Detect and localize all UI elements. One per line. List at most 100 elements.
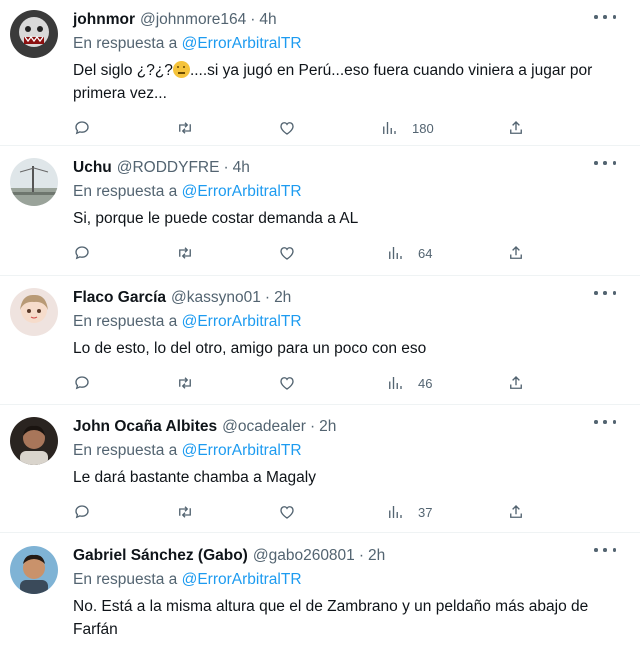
separator-dot: · (358, 547, 364, 564)
tweet-text-start: Del siglo ¿?¿? (73, 62, 173, 79)
like-button[interactable] (278, 372, 296, 394)
tweet[interactable]: Uchu @RODDYFRE · 4h En respuesta a @Erro… (0, 146, 640, 276)
views-count: 46 (418, 375, 433, 391)
views-button[interactable]: 37 (386, 501, 432, 523)
retweet-icon (179, 247, 191, 259)
views-button[interactable]: 180 (380, 117, 434, 139)
author-name[interactable]: Gabriel Sánchez (Gabo) (73, 547, 248, 565)
separator-dot: · (264, 289, 271, 306)
tweet-actions: 180 (73, 117, 624, 139)
avatar[interactable] (10, 288, 58, 336)
reply-icon (75, 505, 89, 519)
views-button[interactable]: 64 (386, 242, 432, 264)
avatar[interactable] (10, 158, 58, 206)
retweet-button[interactable] (176, 117, 194, 139)
reply-handle-link[interactable]: @ErrorArbitralTR (182, 35, 302, 52)
more-icon[interactable] (594, 543, 616, 557)
timestamp[interactable]: 4h (233, 159, 250, 177)
author-name[interactable]: johnmor (73, 11, 135, 29)
author-handle[interactable]: @kassyno01 (171, 289, 261, 307)
author-handle[interactable]: @johnmore164 (140, 11, 246, 29)
author-name[interactable]: Flaco García (73, 289, 166, 307)
share-icon (510, 121, 522, 134)
share-button[interactable] (507, 117, 525, 139)
views-icon (389, 377, 402, 389)
tweet[interactable]: John Ocaña Albites @ocadealer · 2h En re… (0, 405, 640, 533)
tweet-text: No. Está a la misma altura que el de Zam… (73, 598, 589, 638)
reply-context: En respuesta a @ErrorArbitralTR (73, 35, 624, 55)
more-icon[interactable] (594, 286, 616, 300)
tweet-actions: 64 (73, 242, 624, 264)
reply-prefix: En respuesta a (73, 313, 178, 330)
retweet-icon (179, 377, 191, 389)
tweet-text: Lo de esto, lo del otro, amigo para un p… (73, 340, 427, 357)
avatar[interactable] (10, 10, 58, 58)
author-handle[interactable]: @gabo260801 (253, 547, 355, 565)
reply-context: En respuesta a @ErrorArbitralTR (73, 183, 624, 203)
retweet-button[interactable] (176, 372, 194, 394)
share-icon (510, 505, 522, 518)
reply-prefix: En respuesta a (73, 183, 178, 200)
author-name[interactable]: Uchu (73, 159, 112, 177)
views-count: 64 (418, 245, 433, 261)
reply-handle-link[interactable]: @ErrorArbitralTR (182, 183, 302, 200)
reply-button[interactable] (73, 242, 91, 264)
timestamp[interactable]: 4h (259, 11, 276, 29)
retweet-button[interactable] (176, 242, 194, 264)
reply-context: En respuesta a @ErrorArbitralTR (73, 571, 624, 591)
retweet-button[interactable] (176, 501, 194, 523)
like-icon (280, 377, 294, 390)
separator-dot: · (223, 159, 229, 176)
reply-button[interactable] (73, 501, 91, 523)
reply-button[interactable] (73, 372, 91, 394)
tweet-actions: 37 (73, 501, 624, 523)
more-icon[interactable] (594, 415, 616, 429)
views-button[interactable]: 46 (386, 372, 432, 394)
tweet-actions: 46 (73, 372, 624, 394)
author-name[interactable]: John Ocaña Albites (73, 418, 217, 436)
like-button[interactable] (278, 242, 296, 264)
reply-prefix: En respuesta a (73, 442, 178, 459)
like-button[interactable] (278, 117, 296, 139)
share-button[interactable] (507, 501, 525, 523)
thinking-face-icon (172, 61, 190, 78)
like-icon (280, 247, 294, 260)
tweet-text: Del siglo ¿?¿? ....si ya jugó en Perú...e… (73, 59, 624, 105)
reply-handle-link[interactable]: @ErrorArbitralTR (182, 442, 302, 459)
views-count: 180 (412, 120, 434, 136)
share-icon (510, 246, 522, 259)
reply-handle-link[interactable]: @ErrorArbitralTR (182, 571, 302, 588)
reply-icon (75, 121, 89, 135)
views-icon (389, 247, 402, 259)
reply-context: En respuesta a @ErrorArbitralTR (73, 442, 624, 462)
reply-icon (75, 246, 89, 260)
author-handle[interactable]: @ocadealer (222, 418, 306, 436)
separator-dot: · (309, 418, 316, 435)
avatar[interactable] (10, 417, 58, 465)
like-button[interactable] (278, 501, 296, 523)
views-icon (389, 506, 402, 518)
tweet[interactable]: johnmor @johnmore164 · 4h En respuesta a… (0, 0, 640, 146)
author-handle[interactable]: @RODDYFRE (117, 159, 220, 177)
reply-context: En respuesta a @ErrorArbitralTR (73, 313, 624, 333)
reply-prefix: En respuesta a (73, 571, 178, 588)
share-button[interactable] (507, 372, 525, 394)
avatar[interactable] (10, 546, 58, 594)
tweet[interactable]: Gabriel Sánchez (Gabo) @gabo260801 · 2h … (0, 533, 640, 646)
share-button[interactable] (507, 242, 525, 264)
tweet[interactable]: Flaco García @kassyno01 · 2h En respuest… (0, 276, 640, 405)
like-icon (280, 122, 294, 135)
reply-prefix: En respuesta a (73, 35, 178, 52)
timestamp[interactable]: 2h (368, 547, 385, 565)
more-icon[interactable] (594, 156, 616, 170)
timestamp[interactable]: 2h (319, 418, 336, 436)
tweet-text: Le dará bastante chamba a Magaly (73, 469, 316, 486)
more-icon[interactable] (594, 10, 616, 24)
tweet-text: Si, porque le puede costar demanda a AL (73, 210, 359, 227)
reply-handle-link[interactable]: @ErrorArbitralTR (182, 313, 302, 330)
retweet-icon (179, 506, 191, 518)
reply-button[interactable] (73, 117, 91, 139)
timestamp[interactable]: 2h (274, 289, 291, 307)
separator-dot: · (250, 11, 256, 28)
share-icon (510, 376, 522, 389)
